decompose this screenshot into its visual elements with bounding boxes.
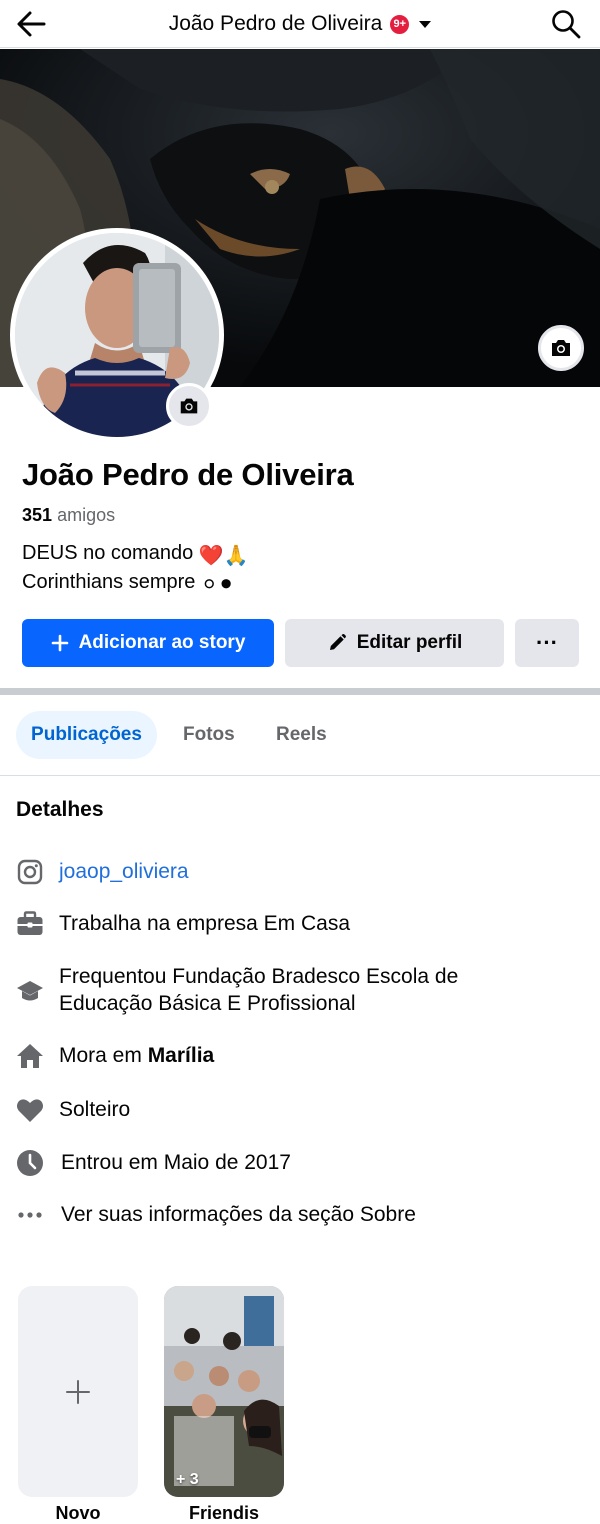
detail-work: Trabalha na empresa Em Casa	[16, 910, 350, 938]
camera-icon	[552, 340, 570, 356]
featured-collection[interactable]: + 3	[164, 1286, 284, 1497]
edit-profile-label: Editar perfil	[356, 632, 463, 653]
tabs-divider	[0, 775, 600, 776]
home-icon	[16, 1042, 44, 1070]
heart-icon	[16, 1096, 44, 1124]
edit-cover-button[interactable]	[538, 325, 584, 371]
featured-new-button[interactable]	[18, 1286, 138, 1497]
detail-joined: Entrou em Maio de 2017	[16, 1149, 291, 1177]
featured-count: + 3	[176, 1471, 199, 1488]
education-line-2: Educação Básica E Profissional	[59, 992, 356, 1015]
plus-icon	[51, 634, 68, 652]
ellipsis-icon	[16, 1201, 44, 1229]
work-text: Trabalha na empresa Em Casa	[59, 912, 351, 935]
section-divider	[0, 688, 600, 695]
tab-reels[interactable]: Reels	[276, 711, 327, 759]
chevron-down-icon	[419, 20, 432, 28]
detail-location: Mora em Marília	[16, 1042, 214, 1070]
tab-fotos[interactable]: Fotos	[183, 711, 235, 759]
lives-prefix: Mora em	[59, 1044, 148, 1067]
pencil-icon	[329, 633, 346, 650]
featured-collection-image	[164, 1286, 284, 1497]
friends-label: amigos	[57, 505, 116, 525]
clock-icon	[16, 1149, 44, 1177]
notification-badge: 9+	[388, 12, 412, 36]
detail-instagram[interactable]: joaop_oliviera	[16, 858, 189, 886]
circles-emoji: ⚪⚫	[200, 574, 235, 596]
detail-relationship: Solteiro	[16, 1096, 130, 1124]
edit-avatar-button[interactable]	[166, 383, 212, 429]
profile-name: João Pedro de Oliveira	[22, 457, 354, 492]
profile-switcher[interactable]: João Pedro de Oliveira 9+	[0, 0, 600, 48]
details-title: Detalhes	[16, 798, 104, 821]
camera-icon	[180, 398, 198, 414]
more-options-button[interactable]: ···	[515, 619, 579, 667]
graduation-cap-icon	[16, 977, 44, 1005]
header-title: João Pedro de Oliveira	[168, 12, 383, 35]
search-button[interactable]	[550, 8, 582, 40]
profile-bio: DEUS no comando ❤️🙏 Corinthians sempre ⚪…	[22, 540, 249, 598]
relationship-text: Solteiro	[59, 1098, 131, 1121]
education-line-1: Frequentou Fundação Bradesco Escola de	[59, 965, 459, 988]
instagram-link[interactable]: joaop_oliviera	[59, 858, 189, 885]
friends-count-value: 351	[22, 505, 53, 525]
joined-text: Entrou em Maio de 2017	[61, 1151, 291, 1174]
friends-count[interactable]: 351 amigos	[22, 505, 115, 526]
top-bar: João Pedro de Oliveira 9+	[0, 0, 600, 48]
add-story-button[interactable]: Adicionar ao story	[22, 619, 274, 667]
search-icon	[552, 10, 581, 39]
plus-icon	[66, 1379, 90, 1404]
edit-profile-button[interactable]: Editar perfil	[285, 619, 504, 667]
instagram-icon	[16, 858, 44, 886]
tab-publicacoes[interactable]: Publicações	[16, 711, 157, 759]
bio-line-1: DEUS no comando	[22, 542, 194, 564]
bio-line-2: Corinthians sempre	[22, 571, 196, 593]
featured-collection-label: Friendis	[188, 1503, 259, 1523]
lives-city[interactable]: Marília	[148, 1042, 215, 1069]
about-link-text: Ver suas informações da seção Sobre	[61, 1203, 416, 1226]
detail-education: Frequentou Fundação Bradesco Escola de E…	[16, 963, 458, 1017]
add-story-label: Adicionar ao story	[78, 632, 246, 653]
briefcase-icon	[16, 910, 44, 938]
more-icon: ···	[536, 630, 558, 655]
featured-new-label: Novo	[55, 1503, 101, 1523]
detail-about-link[interactable]: Ver suas informações da seção Sobre	[16, 1201, 416, 1229]
heart-pray-emoji: ❤️🙏	[198, 545, 249, 567]
